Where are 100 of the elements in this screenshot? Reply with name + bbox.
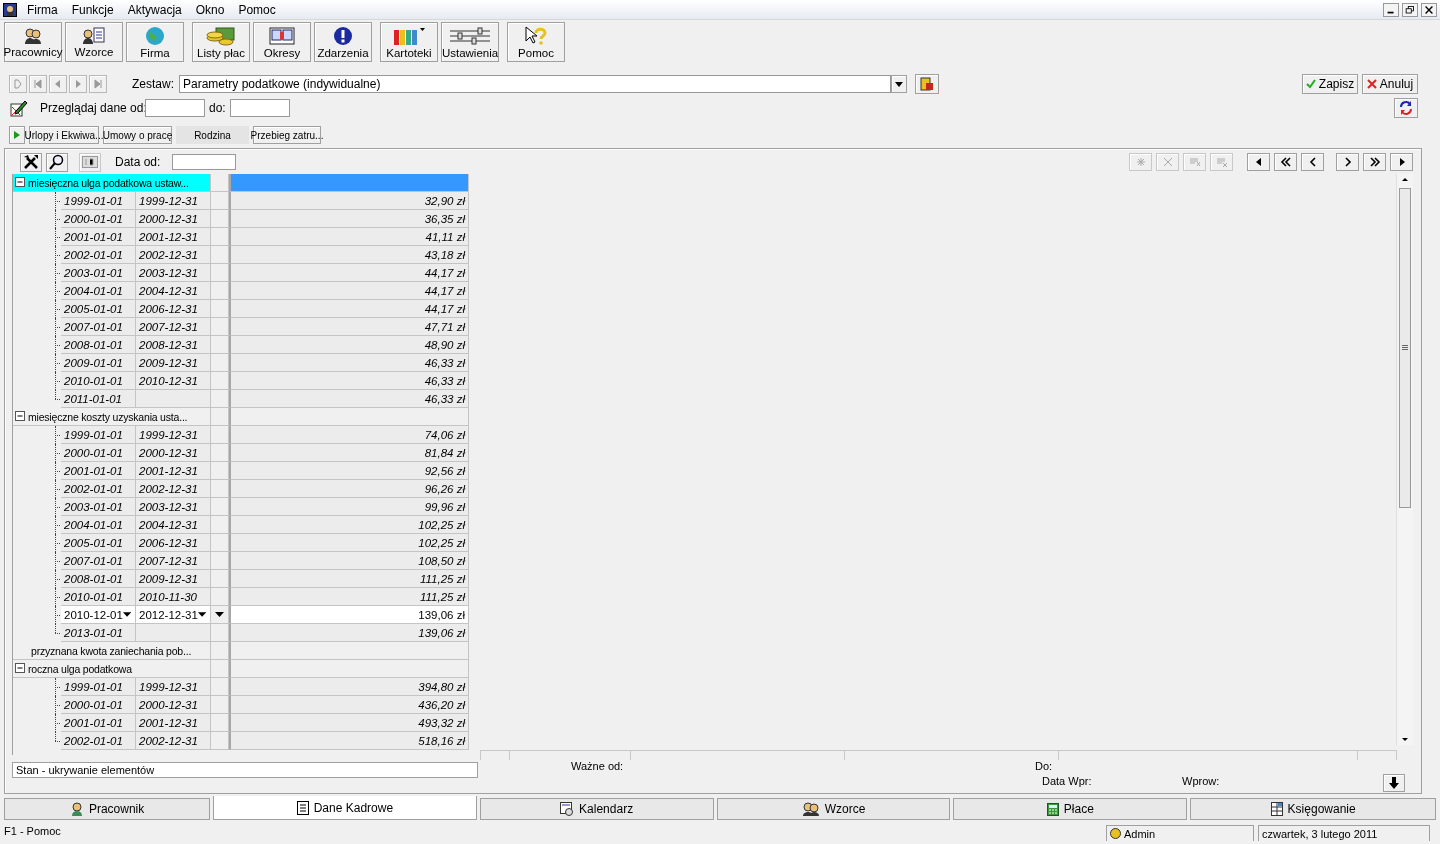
counter-icon: [82, 156, 98, 168]
module-tab[interactable]: Płace: [953, 798, 1188, 820]
grid-nav-button[interactable]: [1363, 152, 1386, 171]
grid-nav-button[interactable]: [1247, 152, 1270, 171]
dropdown-arrow-icon[interactable]: [122, 612, 131, 617]
toolbar-button[interactable]: Firma: [126, 22, 184, 62]
next-record-icon: [73, 79, 83, 89]
collapse-icon[interactable]: [15, 663, 26, 674]
page-back-icon: [1279, 156, 1292, 167]
section-tab[interactable]: Przebieg zatru...: [253, 126, 321, 144]
toolbar-button[interactable]: Pracownicy: [4, 22, 62, 62]
counter-button[interactable]: [79, 152, 101, 172]
set-field[interactable]: Parametry podatkowe (indywidualne): [179, 75, 891, 93]
section-tab[interactable]: Umowy o pracę: [103, 126, 172, 144]
date-cell: 2002-01-01: [61, 732, 136, 750]
tree-group-label[interactable]: miesięczna ulga podatkowa ustaw...: [13, 174, 211, 192]
dropdown-button[interactable]: [891, 75, 907, 93]
date-cell: 2003-12-31: [136, 264, 211, 282]
menu-item[interactable]: Firma: [20, 2, 65, 17]
first-record-icon: [33, 79, 43, 89]
toolbar-button[interactable]: Zdarzenia: [314, 22, 372, 62]
menu-item[interactable]: Pomoc: [231, 2, 283, 17]
entered-by-label: Wprow:: [1182, 774, 1220, 787]
menu-item[interactable]: Okno: [188, 2, 232, 17]
amount-cell: 46,33 zł: [229, 390, 469, 408]
module-tab[interactable]: Dane Kadrowe: [213, 796, 477, 820]
section-tab[interactable]: Rodzina: [176, 126, 249, 144]
minimize-icon[interactable]: [1383, 2, 1399, 17]
refresh-button[interactable]: [1394, 98, 1418, 118]
date-field[interactable]: 2010-12-01: [61, 606, 136, 624]
refresh-icon: [1398, 100, 1414, 116]
amount-cell: 41,11 zł: [229, 228, 469, 246]
user-name: Admin: [1124, 827, 1156, 840]
module-tab[interactable]: Wzorce: [716, 798, 951, 820]
amount-cell: 102,25 zł: [229, 516, 469, 534]
collapse-icon[interactable]: [15, 411, 26, 422]
date-cell: 1999-12-31: [136, 426, 211, 444]
calendar-clock-icon: [560, 802, 575, 816]
date-cell: 2000-01-01: [61, 210, 136, 228]
search-button[interactable]: [46, 152, 68, 172]
date-to-field[interactable]: [230, 99, 290, 117]
amount-cell: 96,26 zł: [229, 480, 469, 498]
amount-cell: 111,25 zł: [229, 570, 469, 588]
amount-cell: 518,16 zł: [229, 732, 469, 750]
exclamation-icon: [333, 25, 353, 46]
grid-nav-button[interactable]: [1390, 152, 1413, 171]
close-icon[interactable]: [1421, 2, 1437, 17]
grid-nav-button[interactable]: [1274, 152, 1297, 171]
toolbar-button[interactable]: Okresy: [253, 22, 311, 62]
record-nav-button[interactable]: [29, 75, 47, 93]
date-cell: 2009-01-01: [61, 354, 136, 372]
save-button[interactable]: Zapisz: [1302, 74, 1358, 94]
toolbar-button[interactable]: Ustawienia: [441, 22, 499, 62]
date-cell: 2013-01-01: [61, 624, 136, 642]
date-from-field[interactable]: [172, 154, 236, 170]
date-cell: 2006-12-31: [136, 300, 211, 318]
date-cell: 2007-01-01: [61, 552, 136, 570]
money-icon: [206, 25, 236, 46]
date-cell: 2000-12-31: [136, 444, 211, 462]
date-cell: 1999-01-01: [61, 678, 136, 696]
date-cell: 2010-01-01: [61, 588, 136, 606]
export-button[interactable]: [915, 74, 939, 94]
restore-icon[interactable]: [1402, 2, 1418, 17]
record-nav-button[interactable]: [49, 75, 67, 93]
insert-row-icon: [1188, 156, 1201, 167]
status-text: Stan - ukrywanie elementów: [12, 762, 478, 778]
toolbar-button[interactable]: Pomoc: [507, 22, 565, 62]
dropdown-cell[interactable]: [211, 606, 229, 624]
record-nav-button[interactable]: [69, 75, 87, 93]
date-cell: 2008-12-31: [136, 336, 211, 354]
page-forward-icon: [1368, 156, 1381, 167]
date-cell: 2004-12-31: [136, 516, 211, 534]
module-tab[interactable]: Kalendarz: [479, 798, 714, 820]
date-cell: 2004-01-01: [61, 516, 136, 534]
module-tab[interactable]: Pracownik: [4, 798, 211, 820]
date-cell: 2000-12-31: [136, 696, 211, 714]
date-cell: 2000-01-01: [61, 696, 136, 714]
scrollbar-thumb[interactable]: [1399, 187, 1411, 508]
date-field[interactable]: 2012-12-31: [136, 606, 211, 624]
expand-button[interactable]: [9, 126, 25, 144]
collapse-icon[interactable]: [15, 177, 26, 188]
toolbar-button[interactable]: Listy płac: [192, 22, 250, 62]
play-icon: [14, 131, 20, 139]
grid-nav-button[interactable]: [1301, 152, 1324, 171]
edit-pencil-icon[interactable]: [10, 99, 28, 117]
tools-button[interactable]: [20, 152, 42, 172]
down-arrow-button[interactable]: [1383, 773, 1405, 792]
module-tab[interactable]: Księgowanie: [1190, 798, 1436, 820]
menu-item[interactable]: Funkcje: [64, 2, 121, 17]
grid-nav-button[interactable]: [1336, 152, 1359, 171]
vertical-scrollbar[interactable]: [1396, 173, 1413, 745]
new-record-icon: [13, 79, 23, 89]
toolbar-button[interactable]: Kartoteki: [380, 22, 438, 62]
record-nav-button[interactable]: [89, 75, 107, 93]
amount-cell: 44,17 zł: [229, 282, 469, 300]
cancel-button[interactable]: Anuluj: [1362, 74, 1418, 94]
date-from-field[interactable]: [145, 99, 205, 117]
toolbar-button[interactable]: Wzorce: [65, 22, 123, 62]
menu-item[interactable]: Aktywacja: [120, 2, 189, 17]
tree-group-label[interactable]: przyznana kwota zaniechania pob...: [13, 642, 211, 660]
